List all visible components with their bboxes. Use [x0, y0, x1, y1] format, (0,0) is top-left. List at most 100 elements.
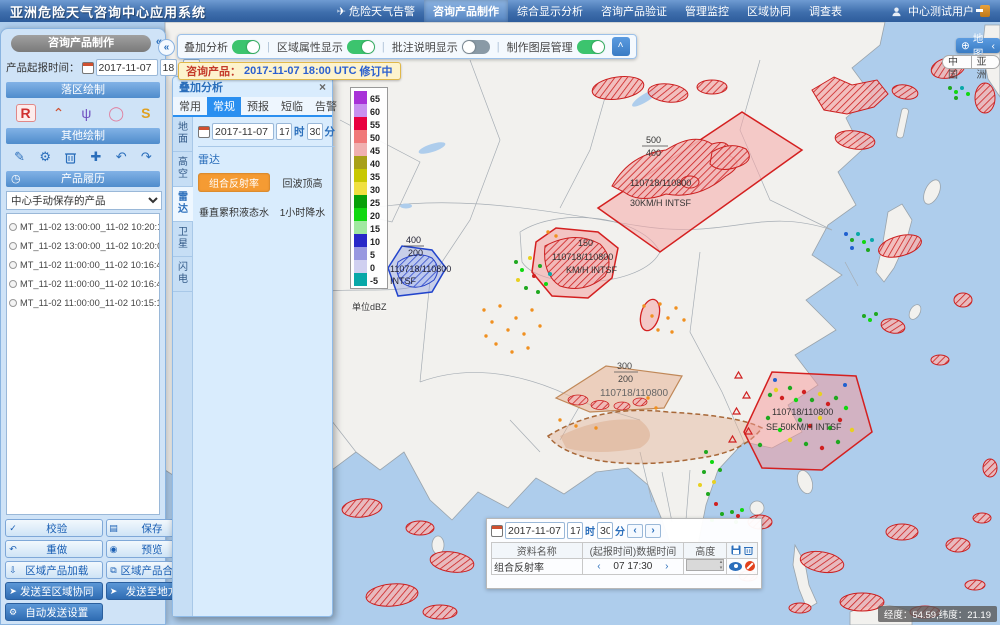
- close-icon[interactable]: ×: [319, 80, 326, 94]
- draw-tool-trident-icon[interactable]: ψ: [81, 105, 91, 121]
- tab-nowcast[interactable]: 短临: [275, 97, 309, 115]
- gear-icon[interactable]: ⚙: [39, 149, 51, 165]
- radio-icon[interactable]: [9, 280, 17, 288]
- radio-icon[interactable]: [9, 223, 17, 231]
- side-tab-lightning[interactable]: 闪电: [173, 257, 193, 292]
- toggle-switch-on[interactable]: [232, 40, 260, 54]
- time-prev-icon[interactable]: ‹: [597, 561, 600, 572]
- nav-item-management-monitoring[interactable]: 管理监控: [676, 0, 738, 22]
- calendar-icon[interactable]: [82, 62, 94, 74]
- sidebar-title: 咨询产品制作: [11, 35, 151, 52]
- history-item[interactable]: MT_11-02 13:00:00_11-02 10:20:07: [9, 236, 157, 255]
- radio-icon[interactable]: [9, 299, 17, 307]
- calendar-icon[interactable]: [491, 525, 503, 537]
- side-tab-satellite[interactable]: 卫星: [173, 222, 193, 257]
- load-icon: ⇩: [6, 565, 20, 576]
- undo-icon[interactable]: ↶: [116, 149, 127, 165]
- nav-item-product-making[interactable]: 咨询产品制作: [424, 0, 508, 22]
- visibility-eye-icon[interactable]: [729, 562, 742, 571]
- draw-tool-peak-icon[interactable]: ⌃: [53, 105, 65, 121]
- region-button-asia[interactable]: 亚洲: [972, 55, 1000, 69]
- history-item[interactable]: MT_11-02 13:00:00_11-02 10:20:11: [9, 217, 157, 236]
- toggle-label: 制作图层管理: [507, 39, 573, 55]
- user-icon: [891, 6, 902, 17]
- nav-item-regional-coordination[interactable]: 区域协同: [738, 0, 800, 22]
- map-layer-button[interactable]: ⊕ 地图 ‹: [956, 38, 1000, 53]
- time-next-icon[interactable]: ›: [665, 561, 668, 572]
- side-tab-surface[interactable]: 地面: [173, 117, 193, 152]
- toggle-label: 区域属性显示: [277, 39, 343, 55]
- tab-warning[interactable]: 告警: [309, 97, 343, 115]
- overlay-hour-input[interactable]: [276, 123, 292, 140]
- toggle-annotation-display[interactable]: 批注说明显示: [392, 39, 490, 55]
- draw-tool-polygon-icon[interactable]: R: [16, 104, 36, 122]
- start-hour-input[interactable]: [160, 59, 177, 76]
- section-product-history: ◷ 产品履历: [6, 171, 160, 187]
- side-tab-radar[interactable]: 雷达: [173, 187, 193, 222]
- tab-common[interactable]: 常用: [173, 97, 207, 115]
- toggle-switch-on[interactable]: [347, 40, 375, 54]
- overlay-panel-titlebar[interactable]: 叠加分析 ×: [173, 77, 332, 97]
- auto-send-settings-button[interactable]: ⚙自动发送设置: [5, 603, 103, 621]
- toggle-knob: [362, 41, 374, 53]
- remove-layer-icon[interactable]: [745, 561, 755, 571]
- layer-hour-input[interactable]: [567, 522, 583, 539]
- overlay-date-input[interactable]: [212, 123, 274, 140]
- time-step-back-button[interactable]: ‹: [627, 524, 643, 538]
- product-vertically-integrated-liquid[interactable]: 垂直累积液态水: [198, 202, 270, 221]
- radio-icon[interactable]: [9, 242, 17, 250]
- calendar-icon[interactable]: [198, 126, 210, 138]
- history-item[interactable]: MT_11-02 11:00:00_11-02 10:16:45: [9, 255, 157, 274]
- overlay-minute-input[interactable]: [307, 123, 323, 140]
- side-tab-upper-air[interactable]: 高空: [173, 152, 193, 187]
- history-filter-select[interactable]: 中心手动保存的产品: [6, 191, 162, 210]
- annotation-central-level: 150: [578, 238, 593, 248]
- region-button-china[interactable]: 中国: [942, 55, 972, 69]
- nav-item-survey[interactable]: 调查表: [800, 0, 851, 22]
- trash-icon[interactable]: [744, 545, 753, 555]
- sidebar-actions: ✓校验 ▤保存 ↶重做 ◉预览 ⇩区域产品加载 ⧉区域产品合成 ➤发送至区域协同…: [5, 519, 161, 621]
- product-echo-top[interactable]: 回波顶高: [270, 173, 335, 192]
- toolbar-collapse-up-button[interactable]: ˄: [612, 37, 630, 56]
- toggle-overlay-analysis[interactable]: 叠加分析: [184, 39, 260, 55]
- edit-icon[interactable]: ✎: [14, 149, 25, 165]
- move-icon[interactable]: ✚: [91, 149, 102, 165]
- draw-tool-curve-icon[interactable]: S: [141, 105, 150, 121]
- history-item[interactable]: MT_11-02 11:00:00_11-02 10:16:41: [9, 274, 157, 293]
- start-date-input[interactable]: [96, 59, 158, 76]
- layer-time-value: 07 17:30: [613, 561, 652, 572]
- load-regional-product-button[interactable]: ⇩区域产品加载: [5, 561, 103, 579]
- save-icon[interactable]: [731, 545, 741, 555]
- nav-item-label: 咨询产品制作: [433, 3, 499, 19]
- logout-icon[interactable]: [980, 5, 990, 17]
- layer-date-input[interactable]: [505, 522, 565, 539]
- toggle-label: 叠加分析: [184, 39, 228, 55]
- send-to-regional-button[interactable]: ➤发送至区域协同: [5, 582, 103, 600]
- time-step-forward-button[interactable]: ›: [645, 524, 661, 538]
- product-start-time-row: 产品起报时间： :: [5, 56, 161, 79]
- layer-minute-input[interactable]: [597, 522, 613, 539]
- trash-icon[interactable]: [65, 151, 76, 164]
- nav-item-display-analysis[interactable]: 综合显示分析: [508, 0, 592, 22]
- nav-item-product-verification[interactable]: 咨询产品验证: [592, 0, 676, 22]
- toggle-region-attributes[interactable]: 区域属性显示: [277, 39, 375, 55]
- toggle-switch-on[interactable]: [577, 40, 605, 54]
- redo-icon[interactable]: ↷: [141, 149, 152, 165]
- history-item[interactable]: MT_11-02 11:00:00_11-02 10:15:15: [9, 293, 157, 312]
- nav-item-weather-alert[interactable]: ✈ 危险天气告警: [328, 0, 424, 22]
- nav-item-label: 管理监控: [685, 3, 729, 19]
- product-1h-precipitation[interactable]: 1小时降水: [270, 202, 335, 221]
- legend-value: 50: [370, 134, 384, 143]
- tab-regular[interactable]: 常规: [207, 97, 241, 115]
- tab-forecast[interactable]: 预报: [241, 97, 275, 115]
- draw-tool-ellipse-icon[interactable]: ◯: [108, 105, 124, 121]
- height-stepper[interactable]: [686, 559, 724, 571]
- toolbar-collapse-button[interactable]: «: [158, 39, 175, 56]
- annotation-south-top: 300: [617, 361, 632, 371]
- toggle-switch-off[interactable]: [462, 40, 490, 54]
- radio-icon[interactable]: [9, 261, 17, 269]
- redo-button[interactable]: ↶重做: [5, 540, 103, 558]
- product-composite-reflectivity[interactable]: 组合反射率: [198, 173, 270, 192]
- toggle-layer-management[interactable]: 制作图层管理: [507, 39, 605, 55]
- verify-button[interactable]: ✓校验: [5, 519, 103, 537]
